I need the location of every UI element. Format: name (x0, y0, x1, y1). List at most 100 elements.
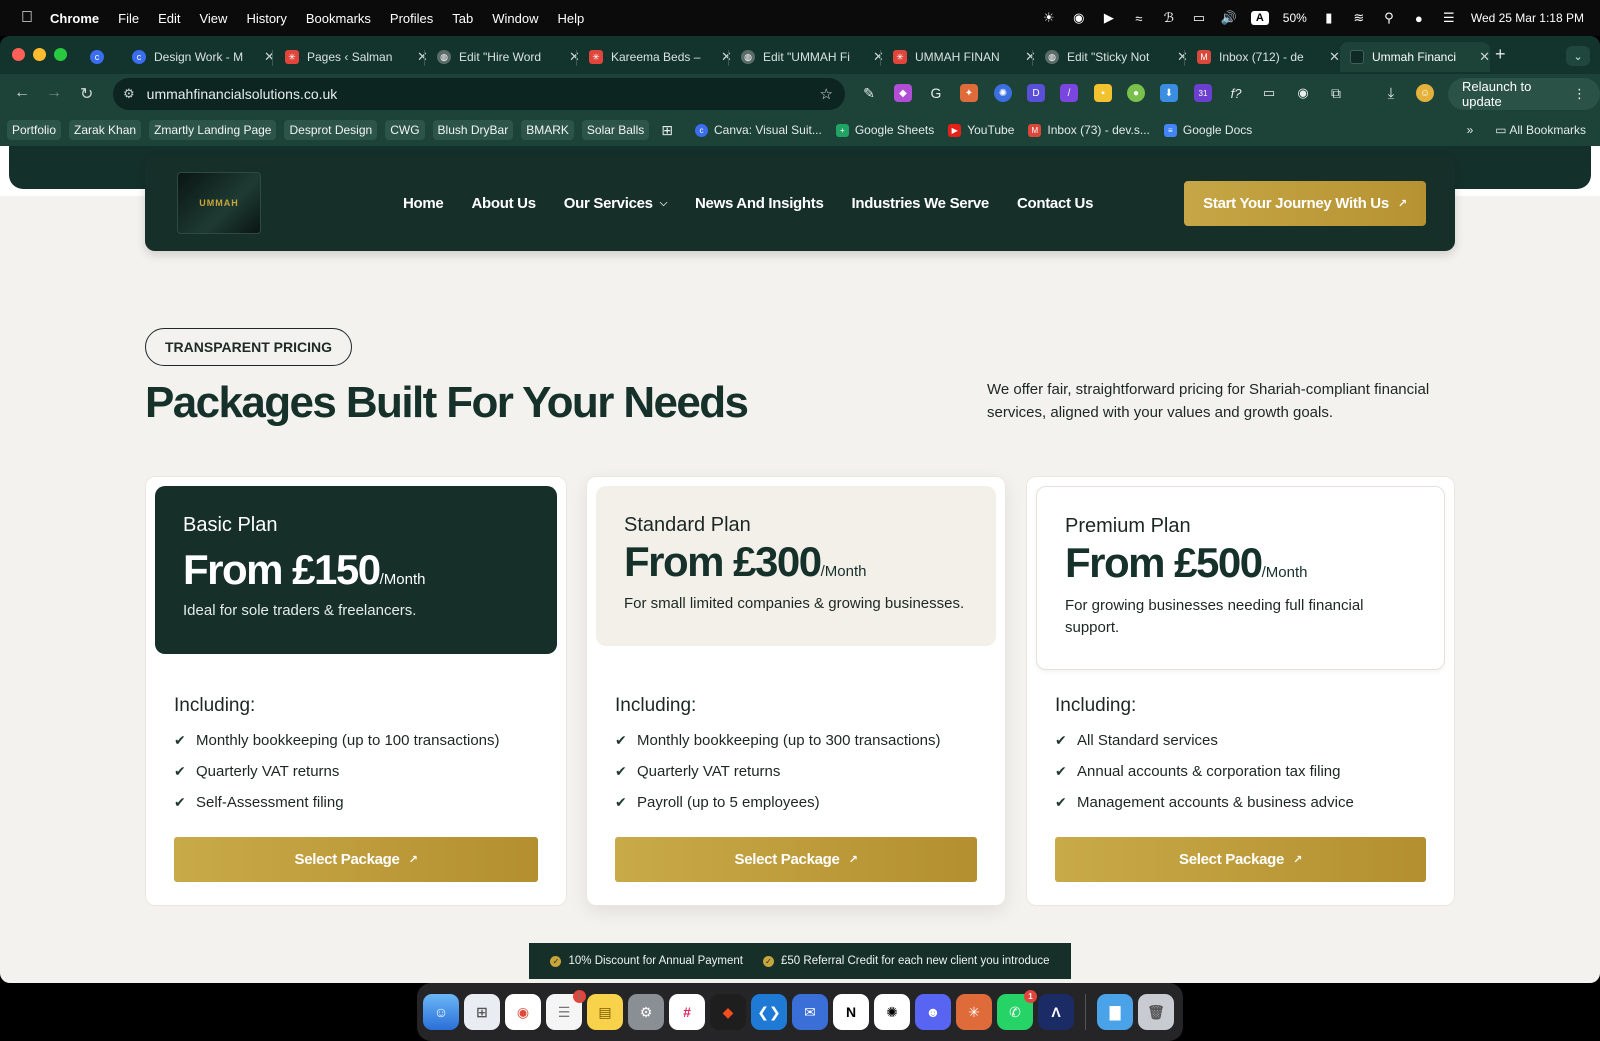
eyedropper-extension-icon[interactable]: ✎ (860, 84, 878, 102)
arc-icon[interactable]: Λ (1038, 994, 1074, 1030)
site-settings-icon[interactable]: ⚙ (123, 86, 135, 102)
select-package-button[interactable]: Select Package ↗ (615, 837, 977, 882)
vscode-icon[interactable]: ❮❯ (751, 994, 787, 1030)
tablet-extension-icon[interactable]: ▭ (1260, 84, 1278, 102)
forward-icon[interactable]: → (46, 84, 62, 102)
chatgpt-icon[interactable]: ✺ (874, 994, 910, 1030)
profile-avatar[interactable]: ☺ (1416, 84, 1434, 102)
select-package-button[interactable]: Select Package ↗ (174, 837, 538, 882)
bookmark-cwg[interactable]: CWG (385, 120, 425, 140)
notion-icon[interactable]: N (833, 994, 869, 1030)
tab-inbox[interactable]: M Inbox (712) - de ✕ (1187, 42, 1340, 72)
back-icon[interactable]: ← (14, 84, 30, 102)
menu-profiles[interactable]: Profiles (390, 11, 433, 26)
tab-kareema-beds[interactable]: ✳ Kareema Beds – ✕ (579, 42, 732, 72)
bookmark-google-sheets[interactable]: + Google Sheets (835, 123, 934, 137)
chrome-icon[interactable]: ◉ (505, 994, 541, 1030)
tab-search-chevron-icon[interactable]: ⌄ (1566, 46, 1590, 66)
system-settings-icon[interactable]: ⚙ (628, 994, 664, 1030)
bookmark-zarak-khan[interactable]: Zarak Khan (69, 120, 142, 140)
start-journey-button[interactable]: Start Your Journey With Us ↗ (1184, 181, 1426, 226)
menu-help[interactable]: Help (558, 11, 585, 26)
extension-green-icon[interactable]: ● (1127, 84, 1145, 102)
grammarly-icon[interactable]: ◉ (1071, 10, 1087, 26)
slack-icon[interactable]: # (669, 994, 705, 1030)
tab-edit-hire-word[interactable]: ◍ Edit "Hire Word ✕ (427, 42, 580, 72)
battery-icon[interactable]: ▮ (1321, 10, 1337, 26)
nav-industries-we-serve[interactable]: Industries We Serve (852, 195, 990, 212)
menu-history[interactable]: History (246, 11, 286, 26)
menu-app-name[interactable]: Chrome (50, 11, 99, 26)
reminders-icon[interactable]: ☰ 1 (546, 990, 586, 1030)
bookmark-star-icon[interactable]: ☆ (820, 85, 833, 103)
figma-icon[interactable]: ◆ (710, 994, 746, 1030)
control-center-icon[interactable]: ☰ (1441, 10, 1457, 26)
grammarly-extension-icon[interactable]: G (927, 84, 945, 102)
brightness-icon[interactable]: ☀ (1041, 10, 1057, 26)
whatsapp-icon[interactable]: ✆ 1 (997, 990, 1037, 1030)
address-bar[interactable]: ⚙ ummahfinancialsolutions.co.uk ☆ (113, 78, 845, 110)
nav-about-us[interactable]: About Us (471, 195, 536, 212)
bookmark-canva[interactable]: c Canva: Visual Suit... (695, 123, 822, 137)
downloads-folder-icon[interactable]: ▇ (1097, 994, 1133, 1030)
extension-orange-icon[interactable]: ✦ (960, 84, 978, 102)
close-tab-icon[interactable]: ✕ (1329, 49, 1340, 65)
input-source-icon[interactable]: A (1250, 11, 1269, 25)
wifi-icon[interactable]: ≋ (1351, 10, 1367, 26)
tab-pages-salman[interactable]: ✳ Pages ‹ Salman ✕ (275, 42, 428, 72)
bookmark-google-docs[interactable]: ≡ Google Docs (1163, 123, 1252, 137)
relaunch-button[interactable]: Relaunch to update ⋮ (1448, 78, 1600, 110)
nav-contact-us[interactable]: Contact Us (1017, 195, 1093, 212)
calendar-extension-icon[interactable]: 31 (1194, 84, 1212, 102)
claude-icon[interactable]: ✳ (956, 994, 992, 1030)
finder-icon[interactable]: ☺ (423, 994, 459, 1030)
font-extension-icon[interactable]: f? (1227, 84, 1245, 102)
bookmark-youtube[interactable]: ▶ YouTube (948, 123, 1014, 137)
zoom-window-icon[interactable] (54, 48, 67, 61)
spotlight-search-icon[interactable]: ⚲ (1381, 10, 1397, 26)
menu-view[interactable]: View (199, 11, 227, 26)
more-menu-icon[interactable]: ⋮ (1573, 86, 1586, 102)
reload-icon[interactable]: ↻ (80, 84, 93, 104)
select-package-button[interactable]: Select Package ↗ (1055, 837, 1426, 882)
downloads-icon[interactable]: ⤓ (1382, 84, 1400, 102)
tab-ummah-finan[interactable]: ✳ UMMAH FINAN ✕ (883, 42, 1036, 72)
extension-slash-icon[interactable]: / (1060, 84, 1078, 102)
tab-design-work[interactable]: c Design Work - M ✕ (122, 42, 275, 72)
tab-edit-ummah[interactable]: ◍ Edit "UMMAH Fi ✕ (731, 42, 884, 72)
tab-ummah-financial-active[interactable]: Ummah Financi ✕ (1340, 42, 1490, 72)
bookmark-zmartly-landing-page[interactable]: Zmartly Landing Page (149, 120, 277, 140)
minimize-window-icon[interactable] (33, 48, 46, 61)
tab-edit-sticky-notes[interactable]: ◍ Edit "Sticky Not ✕ (1035, 42, 1188, 72)
bookmark-bmark[interactable]: BMARK (521, 120, 574, 140)
trash-icon[interactable]: 🗑 (1138, 994, 1174, 1030)
launchpad-icon[interactable]: ⊞ (464, 994, 500, 1030)
bookmark-portfolio[interactable]: Portfolio (7, 120, 62, 140)
tab-search-icon[interactable]: c (82, 42, 112, 72)
menu-edit[interactable]: Edit (158, 11, 180, 26)
play-icon[interactable]: ▶ (1101, 10, 1117, 26)
menu-tab[interactable]: Tab (452, 11, 473, 26)
extension-d-icon[interactable]: D (1027, 84, 1045, 102)
bookmark-blush-drybar[interactable]: Blush DryBar (432, 120, 514, 140)
extension-blue-gear-icon[interactable]: ✺ (994, 84, 1012, 102)
discord-icon[interactable]: ☻ (915, 994, 951, 1030)
new-tab-icon[interactable]: + (1495, 44, 1506, 65)
menu-window[interactable]: Window (492, 11, 538, 26)
extension-purple-icon[interactable]: ◆ (894, 84, 912, 102)
menu-file[interactable]: File (118, 11, 139, 26)
camera-extension-icon[interactable]: ◉ (1294, 84, 1312, 102)
nav-home[interactable]: Home (403, 195, 444, 212)
siri-icon[interactable]: ● (1411, 10, 1427, 26)
notes-icon[interactable]: ▤ (587, 994, 623, 1030)
close-tab-icon[interactable]: ✕ (264, 49, 275, 65)
display-icon[interactable]: ▭ (1191, 10, 1207, 26)
bookmark-inbox[interactable]: M Inbox (73) - dev.s... (1028, 123, 1150, 137)
apps-grid-icon[interactable]: ⊞ (661, 122, 673, 139)
extensions-puzzle-icon[interactable]: ⧉ (1327, 84, 1345, 102)
airdrop-icon[interactable]: ≈ (1131, 10, 1147, 26)
close-tab-icon[interactable]: ✕ (1479, 49, 1490, 65)
site-logo[interactable]: UMMAH (177, 172, 261, 234)
bookmark-desprot-design[interactable]: Desprot Design (284, 120, 378, 140)
sticky-notes-extension-icon[interactable]: ▪ (1094, 84, 1112, 102)
